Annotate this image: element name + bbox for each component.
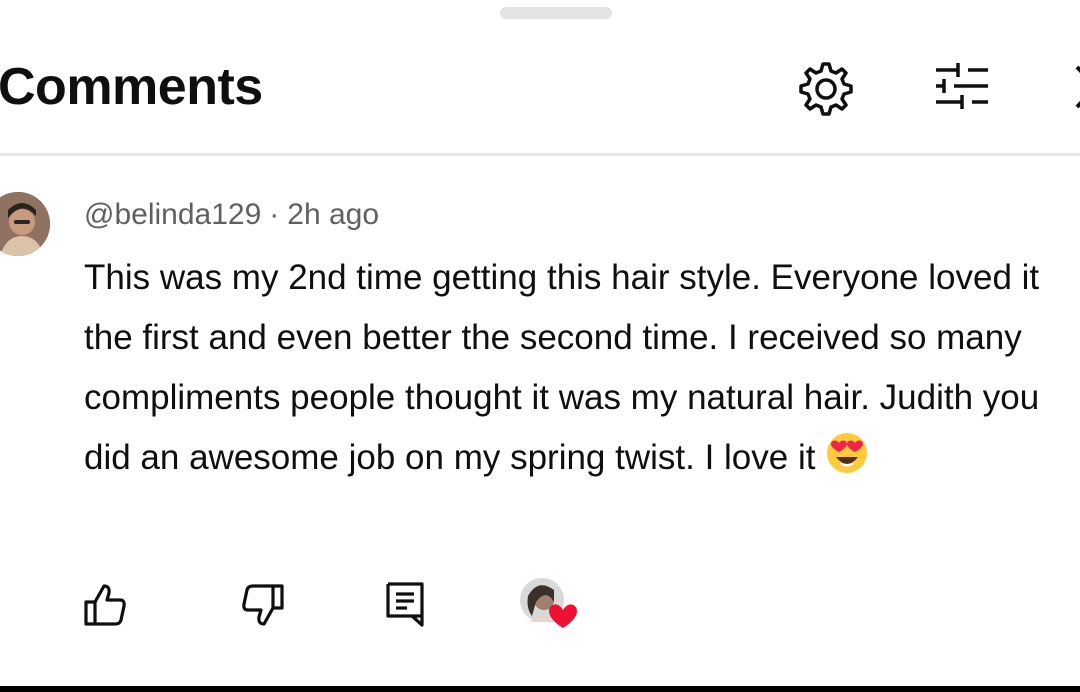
close-button[interactable] bbox=[1066, 60, 1080, 114]
thumbs-down-icon bbox=[242, 584, 284, 626]
comment-timestamp: 2h ago bbox=[287, 198, 380, 231]
filter-sliders-icon bbox=[936, 63, 988, 109]
avatar-photo bbox=[0, 192, 50, 256]
filter-button[interactable] bbox=[932, 58, 992, 114]
reply-button[interactable] bbox=[384, 580, 426, 628]
heart-eyes-emoji-icon bbox=[825, 431, 869, 494]
comment-body: This was my 2nd time getting this hair s… bbox=[84, 258, 1040, 477]
bottom-edge bbox=[0, 686, 1080, 692]
settings-button[interactable] bbox=[796, 56, 856, 118]
thumbs-up-icon bbox=[84, 584, 126, 626]
reply-icon bbox=[386, 582, 424, 627]
comment-actions bbox=[0, 576, 1080, 636]
comment-author[interactable]: @belinda129 bbox=[84, 198, 261, 231]
like-button[interactable] bbox=[82, 582, 128, 628]
comment-item: @belinda129 · 2h ago This was my 2nd time … bbox=[0, 156, 1080, 686]
comments-header: Comments bbox=[0, 0, 1080, 156]
page-title: Comments bbox=[0, 58, 263, 116]
avatar[interactable] bbox=[0, 192, 50, 256]
meta-separator: · bbox=[269, 198, 280, 231]
creator-heart-icon bbox=[520, 578, 577, 628]
comment-meta: @belinda129 · 2h ago bbox=[84, 196, 379, 234]
close-icon bbox=[1075, 65, 1080, 109]
dislike-button[interactable] bbox=[240, 582, 286, 628]
comment-text: This was my 2nd time getting this hair s… bbox=[84, 248, 1074, 494]
creator-heart-badge bbox=[518, 576, 580, 632]
gear-icon bbox=[799, 62, 853, 116]
